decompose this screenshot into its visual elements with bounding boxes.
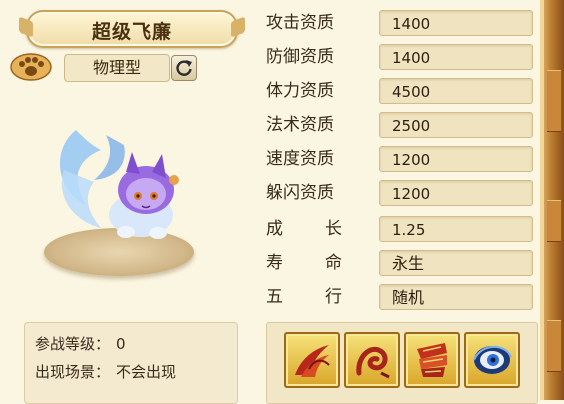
attack-aptitude-value: 1400 <box>379 10 533 36</box>
growth-label-char-1: 成 <box>266 219 283 239</box>
stamina-aptitude-label: 体力资质 <box>266 81 334 101</box>
skill-slot-2[interactable] <box>344 332 400 388</box>
dodge-aptitude-value: 1200 <box>379 180 533 206</box>
switch-type-button[interactable] <box>171 55 197 81</box>
skill-slot-1[interactable] <box>284 332 340 388</box>
element-value: 随机 <box>379 284 533 310</box>
magic-aptitude-value: 2500 <box>379 112 533 138</box>
skill-slot-4[interactable] <box>464 332 520 388</box>
growth-value: 1.25 <box>379 216 533 242</box>
appear-scene-row: 出现场景： 不会出现 <box>35 361 176 382</box>
skill-slot-3[interactable] <box>404 332 460 388</box>
battle-level-value: 0 <box>116 335 126 353</box>
attack-aptitude-label: 攻击资质 <box>266 13 334 33</box>
eye-vortex-icon <box>473 345 512 374</box>
paw-icon[interactable] <box>10 52 52 82</box>
growth-label-char-2: 长 <box>325 219 342 239</box>
magic-aptitude-label: 法术资质 <box>266 115 334 135</box>
appear-scene-label: 出现场景： <box>35 363 111 381</box>
scroll-blade-icon <box>417 343 447 377</box>
element-label-char-1: 五 <box>266 287 283 307</box>
element-label: 五 行 <box>266 284 342 310</box>
element-label-char-2: 行 <box>325 287 342 307</box>
frame-ornament <box>547 200 561 242</box>
lifespan-label-char-2: 命 <box>325 253 342 273</box>
defense-aptitude-value: 1400 <box>379 44 533 70</box>
frame-ornament <box>547 320 561 372</box>
battle-level-row: 参战等级： 0 <box>35 333 126 354</box>
whirl-claw-icon <box>356 346 390 379</box>
lifespan-label: 寿 命 <box>266 250 342 276</box>
speed-aptitude-value: 1200 <box>379 146 533 172</box>
growth-label: 成 长 <box>266 216 342 242</box>
wind-slash-icon <box>295 345 330 377</box>
pet-type-display: 物理型 <box>64 54 170 82</box>
defense-aptitude-label: 防御资质 <box>266 47 334 67</box>
pet-name: 超级飞廉 <box>91 21 172 43</box>
frame-ornament <box>547 70 561 132</box>
appear-scene-value: 不会出现 <box>116 363 177 381</box>
lifespan-value: 永生 <box>379 250 533 276</box>
battle-level-label: 参战等级： <box>35 335 111 353</box>
dodge-aptitude-label: 躲闪资质 <box>266 183 334 203</box>
refresh-icon <box>176 60 192 76</box>
stamina-aptitude-value: 4500 <box>379 78 533 104</box>
pet-info-panel: 参战等级： 0 出现场景： 不会出现 <box>24 322 238 404</box>
lifespan-label-char-1: 寿 <box>266 253 283 273</box>
speed-aptitude-label: 速度资质 <box>266 149 334 169</box>
pet-portrait <box>59 130 179 239</box>
pet-name-plate: 超级飞廉 <box>19 10 245 48</box>
